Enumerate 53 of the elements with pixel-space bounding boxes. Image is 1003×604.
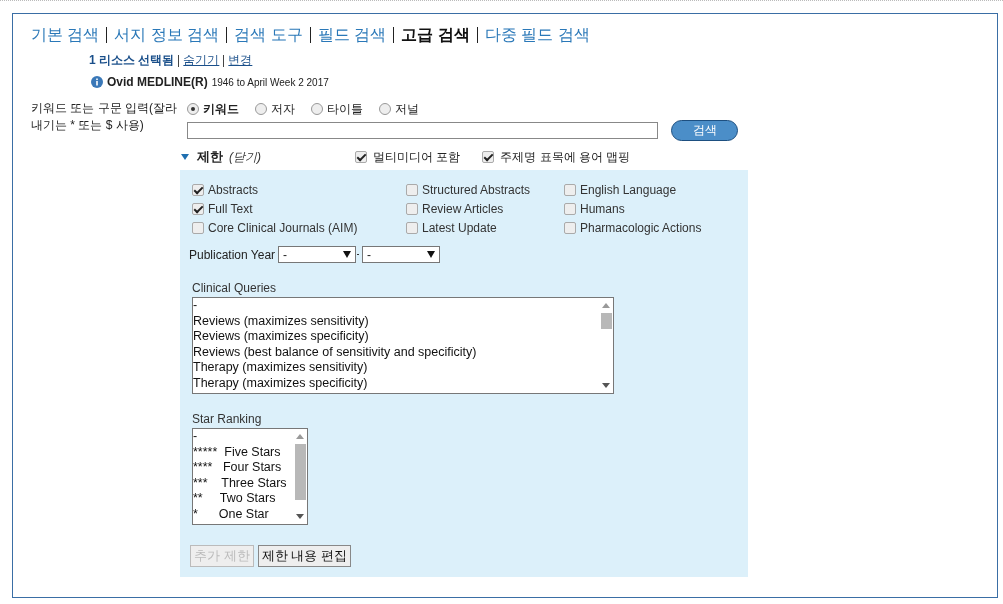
limits-label: 제한 bbox=[197, 148, 223, 166]
search-mode-radio[interactable]: 타이틀 bbox=[311, 100, 363, 118]
close-limits-link[interactable]: (닫기) bbox=[229, 148, 261, 166]
resource-link[interactable]: 변경 bbox=[228, 52, 253, 69]
list-option[interactable]: - bbox=[193, 298, 599, 314]
limit-checkbox[interactable]: Abstracts bbox=[192, 182, 406, 198]
list-option[interactable]: Reviews (best balance of sensitivity and specificity) bbox=[193, 344, 599, 360]
list-option[interactable]: Reviews (maximizes specificity) bbox=[193, 329, 599, 345]
list-option[interactable]: ***** Five Stars bbox=[193, 444, 293, 460]
limit-checkbox[interactable]: Core Clinical Journals (AIM) bbox=[192, 220, 406, 236]
limit-checkbox[interactable]: Review Articles bbox=[406, 201, 564, 217]
list-option[interactable]: Therapy (maximizes specificity) bbox=[193, 375, 599, 391]
option-checkbox[interactable]: 멀티미디어 포함 bbox=[355, 148, 461, 166]
clinical-queries-label: Clinical Queries bbox=[192, 281, 278, 295]
resource-link[interactable]: 숨기기 bbox=[183, 52, 220, 69]
collapse-triangle-icon[interactable] bbox=[181, 154, 189, 160]
limit-checkbox[interactable]: Latest Update bbox=[406, 220, 564, 236]
list-option[interactable]: *** Three Stars bbox=[193, 475, 293, 491]
search-mode-radio[interactable]: 저널 bbox=[379, 100, 419, 118]
limit-checkbox[interactable]: Structured Abstracts bbox=[406, 182, 564, 198]
search-tab[interactable]: 다중 필드 검색 bbox=[484, 24, 590, 46]
search-tab[interactable]: 검색 도구 bbox=[234, 24, 303, 46]
limit-checkbox[interactable]: Humans bbox=[564, 201, 748, 217]
limit-checkbox[interactable]: Pharmacologic Actions bbox=[564, 220, 748, 236]
search-tab[interactable]: 고급 검색 bbox=[401, 24, 470, 46]
resource-count: 1 리소스 선택됨 bbox=[89, 52, 175, 69]
clinical-queries-listbox[interactable]: - Reviews (maximizes sensitivity) Reviews (maximizes specificity) Reviews (best balance of sensitivity and specificity) Therapy (maximizes sensitivity) Therapy (maximizes specificity) bbox=[192, 297, 614, 394]
limit-checkbox[interactable]: Full Text bbox=[192, 201, 406, 217]
list-option[interactable]: **** Four Stars bbox=[193, 460, 293, 476]
limit-button[interactable]: 제한 내용 편집 bbox=[257, 545, 351, 567]
list-option[interactable]: Therapy (maximizes sensitivity) bbox=[193, 360, 599, 376]
search-tab[interactable]: 기본 검색 bbox=[31, 24, 100, 46]
star-ranking-label: Star Ranking bbox=[192, 412, 263, 426]
list-option[interactable]: Reviews (maximizes sensitivity) bbox=[193, 313, 599, 329]
list-option[interactable]: * One Star bbox=[193, 506, 293, 522]
database-name: Ovid MEDLINE(R) bbox=[107, 75, 208, 89]
search-tab[interactable]: 서지 정보 검색 bbox=[114, 24, 220, 46]
list-option[interactable]: - bbox=[193, 429, 293, 445]
search-mode-radio[interactable]: 키워드 bbox=[187, 100, 239, 118]
publication-year-label: Publication Year bbox=[189, 247, 276, 262]
search-tab[interactable]: 필드 검색 bbox=[317, 24, 387, 46]
search-button[interactable]: 검색 bbox=[671, 120, 738, 141]
year-to-dropdown[interactable]: - bbox=[362, 246, 441, 263]
list-option[interactable]: ** Two Stars bbox=[193, 491, 293, 507]
search-label: 키워드 또는 구문 입력(잘라내기는 * 또는 $ 사용) bbox=[31, 100, 177, 134]
database-coverage: 1946 to April Week 2 2017 bbox=[211, 76, 329, 88]
option-checkbox[interactable]: 주제명 표목에 용어 맵핑 bbox=[482, 148, 631, 166]
year-from-dropdown[interactable]: - bbox=[278, 246, 357, 263]
info-icon[interactable] bbox=[91, 76, 103, 88]
search-mode-radio[interactable]: 저자 bbox=[255, 100, 295, 118]
star-ranking-listbox[interactable]: - ***** Five Stars **** Four Stars *** Three Stars ** Two Stars * One Star bbox=[192, 428, 308, 525]
limit-checkbox[interactable]: English Language bbox=[564, 182, 748, 198]
search-field[interactable] bbox=[187, 122, 658, 139]
